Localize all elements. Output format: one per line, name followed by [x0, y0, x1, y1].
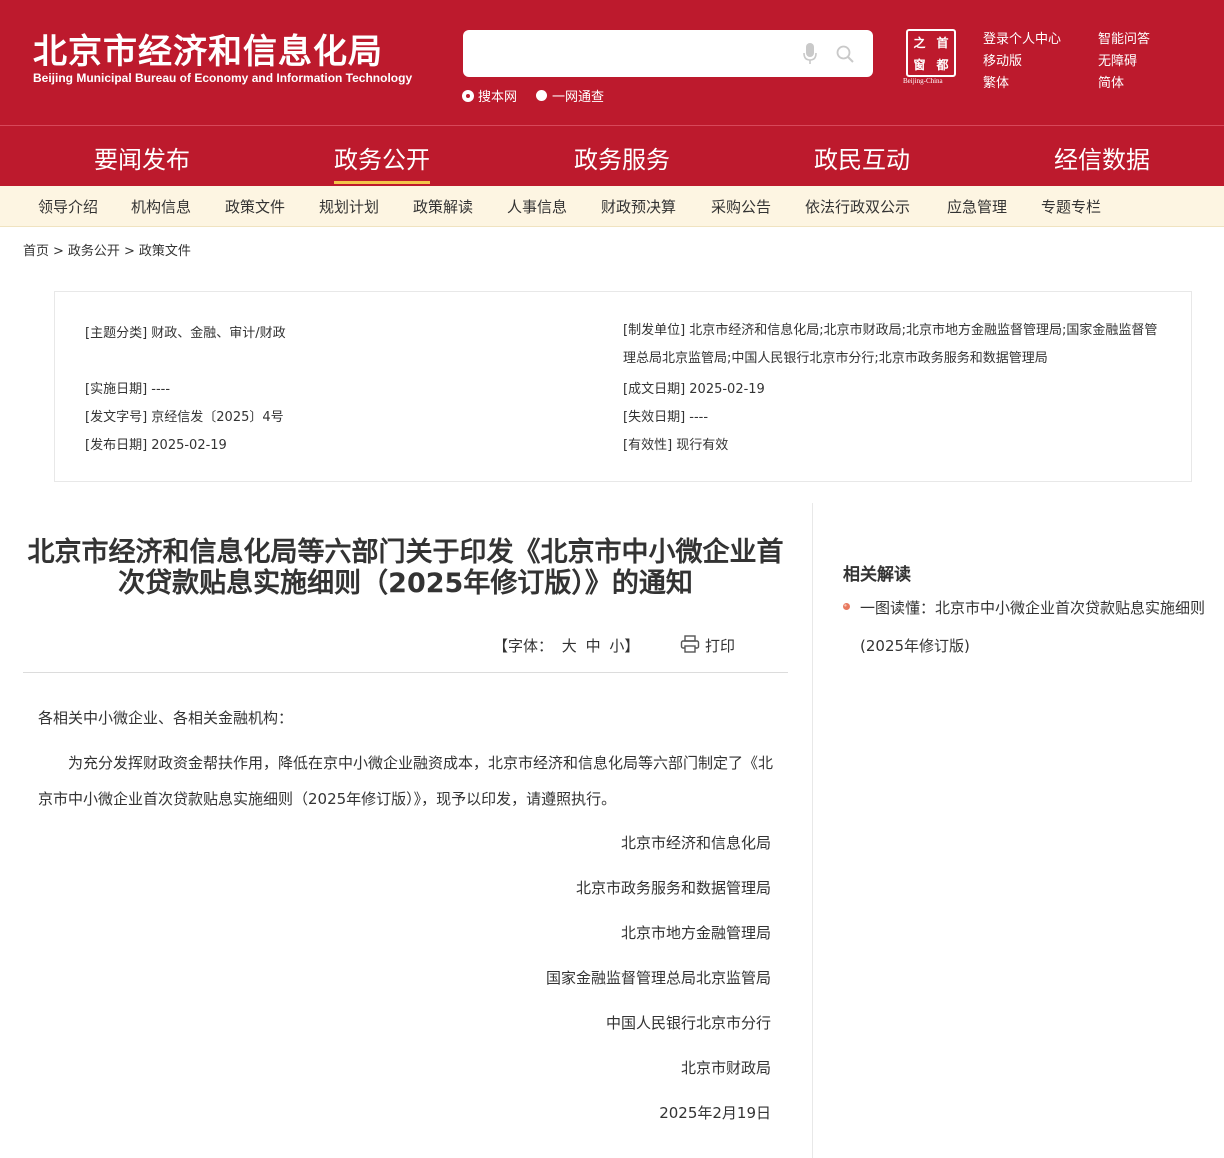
search-scope-label: 搜本网: [478, 90, 518, 105]
site-logo-title[interactable]: 北京市经济和信息化局: [33, 24, 383, 73]
main-nav-services[interactable]: 政务服务: [574, 140, 670, 175]
seal-caption: Beijing-China: [903, 77, 943, 85]
signatory: 国家金融监督管理总局北京监管局: [545, 969, 771, 987]
sub-nav-item[interactable]: 财政预决算: [601, 196, 676, 217]
seal-char: 都: [936, 57, 949, 72]
microphone-icon[interactable]: [803, 43, 817, 65]
signatory: 北京市经济和信息化局: [620, 834, 771, 852]
column-divider: [812, 503, 813, 1158]
search-input[interactable]: [475, 38, 795, 68]
main-nav-news[interactable]: 要闻发布: [94, 140, 190, 175]
meta-issuer: [制发单位] 北京市经济和信息化局;北京市财政局;北京市地方金融监督管理局;国家…: [623, 323, 1158, 366]
sub-nav-item[interactable]: 采购公告: [711, 196, 771, 217]
sub-nav-item[interactable]: 依法行政双公示: [805, 196, 910, 217]
body-paragraph: 为充分发挥财政资金帮扶作用，降低在京中小微企业融资成本，北京市经济和信息化局等六…: [38, 754, 774, 808]
seal-char: 首: [936, 35, 949, 50]
login-link[interactable]: 登录个人中心: [983, 28, 1061, 47]
meta-expiry-date: [失效日期] ----: [623, 410, 709, 425]
search-scope-label: 一网通查: [552, 90, 605, 105]
sub-nav-item[interactable]: 人事信息: [507, 196, 567, 217]
meta-effective-date: [实施日期] ----: [85, 382, 171, 397]
radio-selected-icon: [463, 90, 473, 101]
bullet-icon: [843, 603, 850, 610]
sub-nav-item[interactable]: 专题专栏: [1041, 196, 1101, 217]
sub-nav-item[interactable]: 应急管理: [947, 196, 1007, 217]
search-scope-all[interactable]: 一网通查: [536, 86, 604, 105]
signatory: 北京市政务服务和数据管理局: [575, 879, 771, 897]
seal-char: 之: [913, 35, 926, 50]
meta-validity: [有效性] 现行有效: [623, 438, 729, 453]
search-icon[interactable]: [835, 44, 855, 64]
issue-date: 2025年2月19日: [659, 1104, 771, 1122]
font-size-close: 】: [624, 637, 640, 655]
related-interpretation-link[interactable]: 一图读懂：北京市中小微企业首次贷款贴息实施细则(2025年修订版): [860, 589, 1220, 665]
main-nav-gov-affairs[interactable]: 政务公开: [334, 140, 430, 184]
sub-nav: 领导介绍 机构信息 政策文件 规划计划 政策解读 人事信息 财政预决算 采购公告…: [0, 186, 1224, 227]
signatory: 北京市财政局: [680, 1059, 771, 1077]
breadcrumb-gov-affairs[interactable]: 政务公开: [68, 244, 120, 259]
article-title: 北京市经济和信息化局等六部门关于印发《北京市中小微企业首次贷款贴息实施细则（20…: [27, 537, 784, 599]
capital-window-seal-logo[interactable]: 之 首 窗 都: [906, 29, 956, 77]
meta-publish-date: [发布日期] 2025-02-19: [85, 438, 227, 453]
sub-nav-item[interactable]: 规划计划: [319, 196, 379, 217]
sub-nav-item[interactable]: 政策文件: [225, 196, 285, 217]
site-logo-subtitle: Beijing Municipal Bureau of Economy and …: [33, 71, 413, 85]
sub-nav-item[interactable]: 政策解读: [413, 196, 473, 217]
search-scope-site[interactable]: 搜本网: [463, 86, 517, 105]
sub-nav-item[interactable]: 领导介绍: [38, 196, 98, 217]
font-size-control: 【字体： 大 中 小】: [493, 635, 639, 656]
breadcrumb-separator: >: [53, 244, 64, 259]
font-size-label: 【字体：: [493, 637, 554, 655]
traditional-chinese-link[interactable]: 繁体: [983, 72, 1009, 91]
font-size-medium[interactable]: 中: [586, 637, 601, 655]
accessibility-link[interactable]: 无障碍: [1098, 50, 1137, 69]
mobile-version-link[interactable]: 移动版: [983, 50, 1022, 69]
main-nav: 要闻发布 政务公开 政务服务 政民互动 经信数据: [0, 125, 1224, 186]
breadcrumb-home[interactable]: 首页: [23, 244, 49, 259]
print-button[interactable]: 打印: [705, 635, 735, 656]
related-interpretation-title: 相关解读: [843, 565, 911, 585]
radio-unselected-icon: [536, 90, 547, 101]
font-size-large[interactable]: 大: [562, 637, 577, 655]
main-nav-interaction[interactable]: 政民互动: [814, 140, 910, 175]
seal-char: 窗: [913, 57, 926, 72]
smart-qa-link[interactable]: 智能问答: [1098, 28, 1150, 47]
breadcrumb-separator: >: [123, 244, 135, 259]
site-header: 北京市经济和信息化局 Beijing Municipal Bureau of E…: [0, 0, 1224, 125]
main-nav-data[interactable]: 经信数据: [1054, 140, 1150, 175]
signatory: 中国人民银行北京市分行: [605, 1014, 771, 1032]
signatory: 北京市地方金融管理局: [620, 924, 771, 942]
font-size-small[interactable]: 小: [609, 637, 624, 655]
print-icon[interactable]: [680, 634, 700, 654]
breadcrumb: 首页 > 政务公开 > 政策文件: [23, 240, 191, 259]
salutation: 各相关中小微企业、各相关金融机构：: [38, 709, 294, 727]
title-divider: [23, 672, 788, 673]
sub-nav-item[interactable]: 机构信息: [131, 196, 191, 217]
simplified-chinese-link[interactable]: 简体: [1098, 72, 1124, 91]
meta-topic: [主题分类] 财政、金融、审计/财政: [85, 326, 286, 341]
meta-doc-number: [发文字号] 京经信发〔2025〕4号: [85, 410, 284, 425]
meta-written-date: [成文日期] 2025-02-19: [623, 382, 765, 397]
breadcrumb-policy-docs[interactable]: 政策文件: [139, 244, 191, 259]
